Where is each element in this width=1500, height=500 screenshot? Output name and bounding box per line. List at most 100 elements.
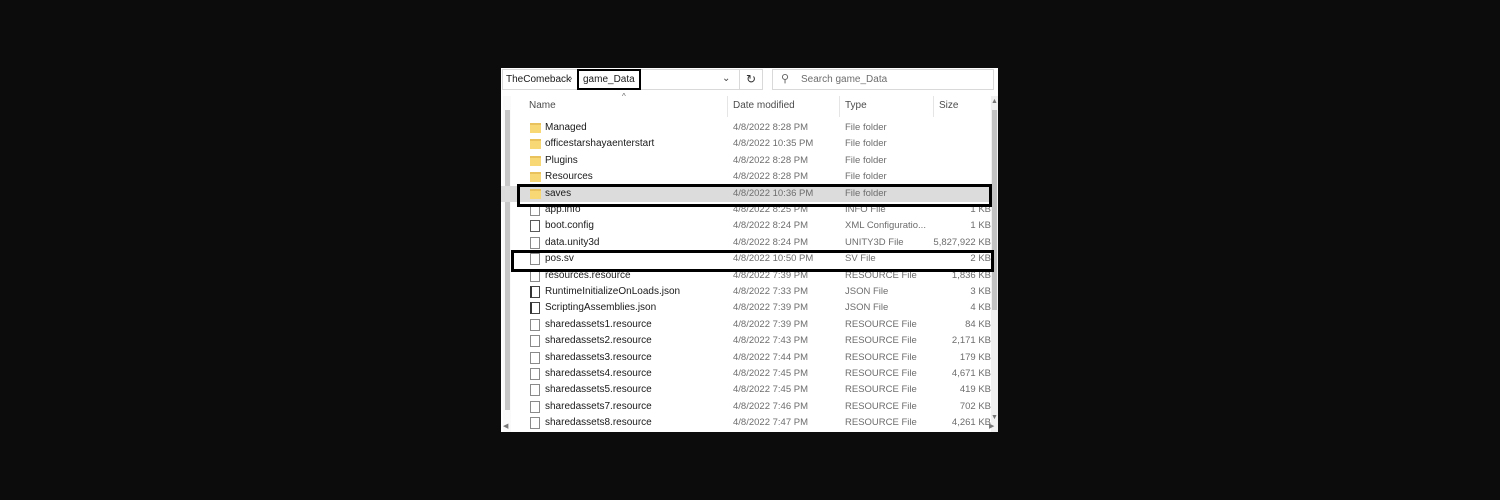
column-header-type[interactable]: Type: [845, 100, 867, 111]
file-date-modified: 4/8/2022 8:28 PM: [733, 171, 808, 183]
file-name: Plugins: [545, 154, 578, 166]
file-name: Resources: [545, 171, 593, 183]
folder-icon: [530, 172, 541, 183]
file-row[interactable]: boot.config 4/8/2022 8:24 PM XML Configura…: [501, 218, 991, 234]
file-row[interactable]: sharedassets2.resource 4/8/2022 7:43 PM RE…: [501, 333, 991, 349]
file-date-modified: 4/8/2022 7:43 PM: [733, 335, 808, 347]
file-name: sharedassets4.resource: [545, 368, 652, 379]
file-date-modified: 4/8/2022 8:28 PM: [733, 122, 808, 133]
file-row[interactable]: sharedassets5.resource 4/8/2022 7:45 PM RE…: [501, 382, 991, 398]
file-name: sharedassets3.resource: [545, 351, 652, 363]
scroll-up-arrow-icon[interactable]: ▲: [991, 98, 998, 105]
column-header-row: ^ Name Date modified Type Size: [501, 92, 998, 118]
file-type: RESOURCE File: [845, 368, 917, 379]
file-size: 4,261 KB: [951, 417, 991, 429]
file-type: UNITY3D File: [845, 236, 904, 248]
address-bar: TheComeback › game_Data ⌄ ↻ ⚲: [501, 68, 998, 92]
file-icon: [530, 236, 540, 249]
folder-row[interactable]: Plugins 4/8/2022 8:28 PM File folder: [501, 153, 991, 169]
file-date-modified: 4/8/2022 8:28 PM: [733, 154, 808, 166]
breadcrumb-current-folder[interactable]: game_Data: [577, 69, 641, 90]
file-size: 84 KB: [965, 318, 991, 330]
search-input[interactable]: [801, 72, 986, 87]
file-row[interactable]: sharedassets7.resource 4/8/2022 7:46 PM RE…: [501, 399, 991, 415]
script-file-icon: [530, 286, 540, 298]
folder-row[interactable]: Managed 4/8/2022 8:28 PM File folder: [501, 120, 991, 136]
file-type: File folder: [845, 171, 887, 183]
file-size: 4,671 KB: [951, 368, 991, 379]
breadcrumb-root-folder[interactable]: TheComeback: [506, 74, 571, 85]
file-size: 2,171 KB: [951, 335, 991, 347]
search-icon: ⚲: [781, 73, 790, 85]
scroll-down-arrow-icon[interactable]: ▼: [991, 414, 998, 421]
highlight-box-pos-sv: [511, 250, 994, 272]
file-size: 702 KB: [959, 400, 991, 412]
file-row[interactable]: ScriptingAssemblies.json 4/8/2022 7:39 PM…: [501, 300, 991, 316]
file-type: JSON File: [845, 302, 889, 314]
column-header-size[interactable]: Size: [939, 100, 958, 111]
file-name: boot.config: [545, 220, 594, 232]
scroll-right-arrow-icon[interactable]: ▶: [989, 422, 994, 430]
file-date-modified: 4/8/2022 10:35 PM: [733, 138, 814, 150]
file-type: RESOURCE File: [845, 417, 917, 429]
chevron-down-icon[interactable]: ⌄: [722, 73, 730, 84]
column-divider[interactable]: [933, 96, 934, 117]
file-row[interactable]: sharedassets4.resource 4/8/2022 7:45 PM RE…: [501, 366, 991, 382]
file-type: JSON File: [845, 286, 889, 297]
file-date-modified: 4/8/2022 7:45 PM: [733, 368, 808, 379]
file-list: Managed 4/8/2022 8:28 PM File folder office…: [501, 120, 998, 432]
file-date-modified: 4/8/2022 7:45 PM: [733, 384, 808, 396]
file-name: ScriptingAssemblies.json: [545, 302, 657, 314]
file-name: sharedassets2.resource: [545, 335, 652, 347]
folder-icon: [530, 155, 541, 166]
folder-row[interactable]: officestarshayaenterstart 4/8/2022 10:35 …: [501, 136, 991, 152]
column-divider[interactable]: [727, 96, 728, 117]
file-row[interactable]: RuntimeInitializeOnLoads.json 4/8/2022 7:…: [501, 284, 991, 300]
file-size: 419 KB: [959, 384, 991, 396]
file-row[interactable]: sharedassets1.resource 4/8/2022 7:39 PM RE…: [501, 317, 991, 333]
vertical-scroll-thumb[interactable]: [992, 110, 997, 310]
file-name: sharedassets7.resource: [545, 400, 652, 412]
file-size: 3 KB: [970, 286, 991, 297]
file-icon: [530, 400, 540, 413]
file-name: sharedassets1.resource: [545, 318, 652, 330]
file-date-modified: 4/8/2022 8:24 PM: [733, 236, 808, 248]
file-icon: [530, 318, 540, 331]
file-row[interactable]: data.unity3d 4/8/2022 8:24 PM UNITY3D File…: [501, 235, 991, 251]
breadcrumb-chevron-icon[interactable]: ›: [569, 73, 572, 84]
file-type: File folder: [845, 154, 887, 166]
file-name: RuntimeInitializeOnLoads.json: [545, 286, 681, 297]
file-type: RESOURCE File: [845, 384, 917, 396]
file-icon: [530, 368, 540, 380]
file-row[interactable]: sharedassets3.resource 4/8/2022 7:44 PM RE…: [501, 350, 991, 366]
file-icon: [530, 335, 540, 348]
breadcrumb[interactable]: TheComeback › game_Data ⌄: [502, 69, 759, 90]
highlight-box-saves: [517, 184, 992, 207]
scroll-left-arrow-icon[interactable]: ◀: [503, 422, 508, 430]
file-date-modified: 4/8/2022 7:46 PM: [733, 400, 808, 412]
file-date-modified: 4/8/2022 7:39 PM: [733, 318, 808, 330]
file-size: 1 KB: [970, 220, 991, 232]
file-type: File folder: [845, 122, 887, 133]
column-header-name[interactable]: Name: [529, 100, 556, 111]
file-size: 179 KB: [959, 351, 991, 363]
file-date-modified: 4/8/2022 8:24 PM: [733, 220, 808, 232]
column-divider[interactable]: [839, 96, 840, 117]
file-icon: [530, 384, 540, 397]
refresh-button[interactable]: ↻: [739, 69, 763, 90]
file-type: XML Configuratio...: [845, 220, 926, 232]
file-type: RESOURCE File: [845, 335, 917, 347]
file-name: officestarshayaenterstart: [545, 138, 655, 150]
file-type: RESOURCE File: [845, 318, 917, 330]
file-name: Managed: [545, 122, 587, 133]
file-date-modified: 4/8/2022 7:47 PM: [733, 417, 808, 429]
file-size: 5,827,922 KB: [933, 236, 991, 248]
column-header-date[interactable]: Date modified: [733, 100, 795, 111]
folder-row[interactable]: Resources 4/8/2022 8:28 PM File folder: [501, 169, 991, 185]
config-file-icon: [530, 220, 540, 233]
file-date-modified: 4/8/2022 7:39 PM: [733, 302, 808, 314]
file-type: File folder: [845, 138, 887, 150]
file-size: 4 KB: [970, 302, 991, 314]
search-box[interactable]: ⚲: [772, 69, 994, 90]
file-row[interactable]: sharedassets8.resource 4/8/2022 7:47 PM RE…: [501, 415, 991, 431]
